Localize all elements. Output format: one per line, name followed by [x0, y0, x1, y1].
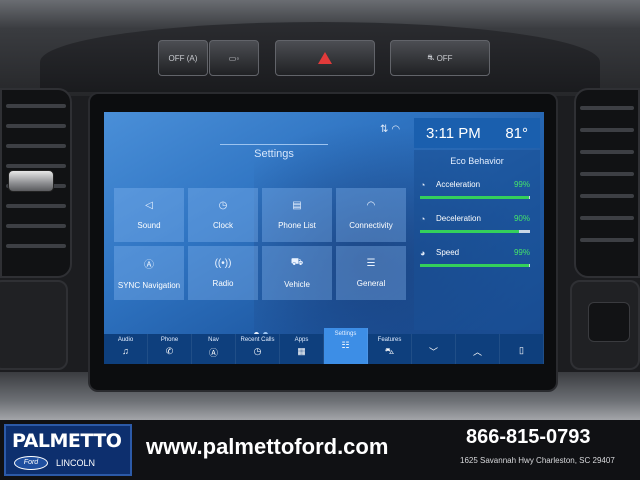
tile-phone-list[interactable]: ▤ Phone List — [262, 188, 332, 242]
camera-icon: ▭◦ — [228, 53, 240, 63]
tile-vehicle[interactable]: ⛟ Vehicle — [262, 246, 332, 300]
clock-time: 3:11 PM — [426, 124, 481, 142]
tile-clock[interactable]: ◷ Clock — [188, 188, 258, 242]
gauge-icon: ◔ — [420, 180, 426, 190]
signal-icon: ⇅ — [380, 124, 392, 135]
nav-label: Nav — [208, 337, 219, 343]
traction-off-icon: ⛐ — [427, 53, 437, 62]
nav-phone[interactable]: Phone ✆ — [148, 334, 192, 364]
tile-label: Connectivity — [349, 221, 393, 230]
wifi-icon: ◠ — [366, 200, 376, 211]
ford-oval-logo: Ford — [14, 456, 48, 470]
nav-label: Recent Calls — [240, 337, 275, 343]
dealer-address: 1625 Savannah Hwy Charleston, SC 29407 — [460, 456, 615, 465]
dealer-phone[interactable]: 866-815-0793 — [466, 426, 591, 449]
nav-label: Apps — [294, 337, 309, 343]
gauge-icon: ◔ — [420, 214, 426, 224]
phone-icon: ✆ — [165, 346, 174, 356]
auto-start-stop-button[interactable]: OFF (A) — [158, 40, 208, 76]
nav-features[interactable]: Features ⛍ — [368, 334, 412, 364]
eco-title: Eco Behavior — [450, 156, 504, 166]
nav-label: Features — [377, 337, 402, 343]
tile-label: Radio — [212, 279, 234, 288]
eco-label: Acceleration — [436, 180, 481, 189]
logo-main-text: PALMETTO — [12, 430, 122, 452]
nav-label: Settings — [334, 331, 357, 337]
apps-grid-icon: ▦ — [297, 346, 306, 356]
eco-bar-fill — [420, 264, 529, 267]
settings-icon: ☷ — [341, 340, 350, 350]
radio-icon: ((•)) — [214, 258, 232, 269]
nav-apps[interactable]: Apps ▦ — [280, 334, 324, 364]
eco-row-deceleration: ◔ Deceleration 90% — [420, 214, 534, 244]
tile-label: SYNC Navigation — [117, 281, 181, 290]
sliders-icon: ☰ — [366, 258, 376, 269]
left-dash-panel — [0, 280, 68, 370]
recent-calls-icon: ◷ — [253, 346, 262, 356]
vent-knob[interactable] — [8, 170, 54, 192]
tile-label: Vehicle — [284, 280, 310, 289]
camera-button[interactable]: ▭◦ — [209, 40, 259, 76]
auto-start-stop-label: OFF (A) — [168, 53, 198, 63]
eco-value: 90% — [513, 214, 530, 223]
eco-value: 99% — [513, 180, 530, 189]
chevron-down-icon: ﹀ — [428, 347, 438, 357]
status-icons: ⇅◠ — [380, 124, 403, 135]
nav-recent-calls[interactable]: Recent Calls ◷ — [236, 334, 280, 364]
tile-general[interactable]: ☰ General — [336, 246, 406, 300]
navigation-icon: Ⓐ — [144, 260, 154, 271]
tile-sync-navigation[interactable]: Ⓐ SYNC Navigation — [114, 246, 184, 300]
eco-value: 99% — [513, 248, 530, 257]
nav-audio[interactable]: Audio ♫ — [104, 334, 148, 364]
nav-label: Phone — [160, 337, 179, 343]
nav-collapse[interactable]: ﹀ — [412, 334, 456, 364]
phone-device-icon: ▯ — [519, 345, 524, 355]
tile-label: General — [356, 279, 386, 288]
nav-icon: Ⓐ — [208, 348, 218, 358]
chevron-up-icon: ︿ — [472, 347, 482, 357]
nav-nav[interactable]: Nav Ⓐ — [192, 334, 236, 364]
vehicle-icon: ⛟ — [290, 257, 304, 268]
eco-row-acceleration: ◔ Acceleration 99% — [420, 180, 534, 210]
tile-label: Sound — [137, 221, 161, 230]
hazard-button[interactable] — [275, 40, 375, 76]
nav-phone-device[interactable]: ▯ — [500, 334, 544, 364]
dealer-url[interactable]: www.palmettoford.com — [146, 434, 388, 460]
eco-bar-fill — [420, 230, 519, 233]
phone-list-icon: ▤ — [292, 200, 302, 211]
dealer-logo: PALMETTO Ford LINCOLN — [4, 424, 132, 476]
eco-row-speed: ◕ Speed 99% — [420, 248, 534, 278]
right-dash-panel — [570, 280, 640, 370]
dealer-banner: PALMETTO Ford LINCOLN www.palmettoford.c… — [0, 420, 640, 480]
eco-label: Deceleration — [436, 214, 481, 223]
logo-sub-text: LINCOLN — [56, 458, 96, 468]
eco-label: Speed — [436, 248, 460, 257]
nav-settings[interactable]: Settings ☷ — [324, 328, 368, 364]
status-clock: 3:11 PM 81° — [414, 118, 540, 148]
right-air-vent — [574, 88, 640, 278]
tile-label: Clock — [212, 221, 233, 230]
speed-icon: ◕ — [420, 248, 426, 258]
clock-icon: ◷ — [218, 200, 228, 211]
outside-temperature: 81° — [505, 124, 528, 142]
nav-expand[interactable]: ︿ — [456, 334, 500, 364]
wifi-status-icon: ◠ — [391, 124, 404, 135]
page-title: Settings — [214, 144, 334, 160]
speaker-icon: ◁ — [145, 200, 153, 211]
tile-label: Phone List — [278, 221, 316, 230]
tile-connectivity[interactable]: ◠ Connectivity — [336, 188, 406, 242]
bottom-nav-bar: Audio ♫ Phone ✆ Nav Ⓐ Recent Calls ◷ App… — [104, 328, 544, 364]
tile-sound[interactable]: ◁ Sound — [114, 188, 184, 242]
car-icon: ⛍ — [384, 346, 395, 356]
tile-radio[interactable]: ((•)) Radio — [188, 246, 258, 300]
nav-label: Audio — [117, 337, 134, 343]
music-note-icon: ♫ — [122, 346, 129, 356]
eco-behavior-panel: Eco Behavior ◔ Acceleration 99% ◔ Decele… — [414, 150, 540, 330]
hazard-icon — [318, 52, 332, 64]
eco-bar-fill — [420, 196, 529, 199]
sync-screen: ⇅◠ 3:11 PM 81° Settings ◁ Sound ◷ Clock … — [104, 112, 544, 364]
traction-control-button[interactable]: ⛐ OFF — [390, 40, 490, 76]
traction-off-label: OFF — [436, 53, 453, 63]
